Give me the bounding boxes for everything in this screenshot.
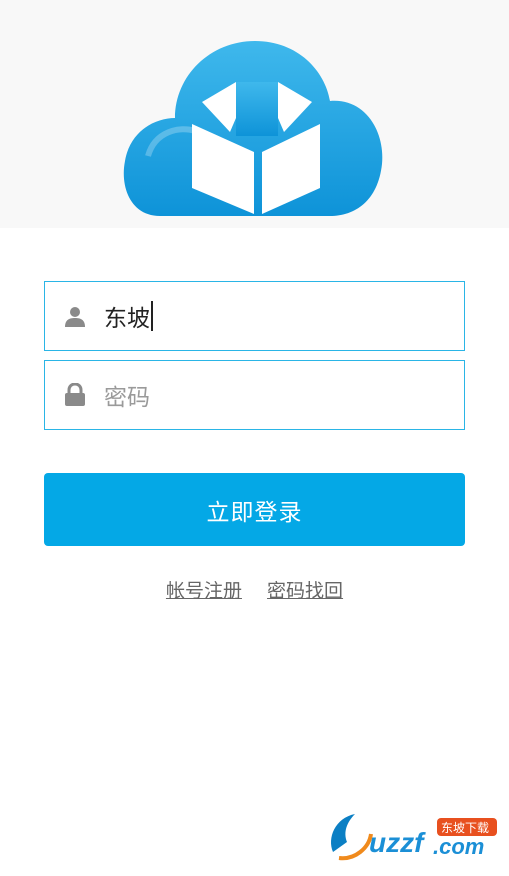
username-field[interactable]: 东坡 bbox=[44, 281, 465, 351]
text-cursor bbox=[151, 301, 153, 331]
svg-text:东坡下载: 东坡下载 bbox=[441, 821, 489, 835]
user-icon bbox=[62, 303, 88, 329]
username-value: 东坡 bbox=[104, 306, 150, 332]
cloud-download-logo bbox=[123, 41, 383, 216]
login-button[interactable]: 立即登录 bbox=[44, 473, 465, 546]
uzzf-watermark-logo: uzzf .com 东坡下载 bbox=[331, 814, 497, 861]
password-placeholder: 密码 bbox=[104, 385, 150, 411]
recover-password-link[interactable]: 密码找回 bbox=[267, 580, 343, 602]
auth-links: 帐号注册 密码找回 bbox=[0, 576, 509, 603]
register-link[interactable]: 帐号注册 bbox=[166, 580, 242, 602]
svg-text:.com: .com bbox=[433, 834, 484, 859]
lock-icon bbox=[62, 382, 88, 408]
svg-text:uzzf: uzzf bbox=[369, 827, 426, 858]
password-field[interactable]: 密码 bbox=[44, 360, 465, 430]
header-banner bbox=[0, 0, 509, 228]
